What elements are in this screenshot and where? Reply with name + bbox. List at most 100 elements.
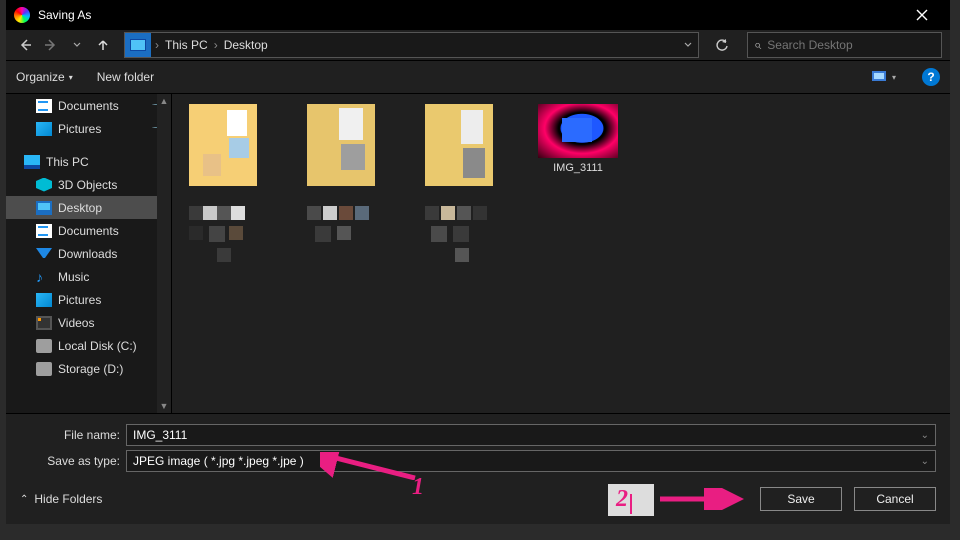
sidebar-item-this-pc[interactable]: This PC xyxy=(6,150,171,173)
filetype-row: Save as type: JPEG image ( *.jpg *.jpeg … xyxy=(20,448,936,474)
sidebar-item-3d-objects[interactable]: 3D Objects xyxy=(6,173,171,196)
search-icon: ⌕ xyxy=(754,37,761,53)
breadcrumb-this-pc[interactable]: This PC xyxy=(163,38,210,52)
file-item-img-3111[interactable]: IMG_3111 xyxy=(538,104,618,186)
sidebar-item-storage-d[interactable]: Storage (D:) xyxy=(6,357,171,380)
window-title: Saving As xyxy=(38,8,91,22)
music-icon: ♪ xyxy=(36,270,52,284)
sidebar-scrollbar[interactable]: ▲ ▼ xyxy=(157,94,171,413)
view-options-button[interactable]: ▾ xyxy=(870,67,898,87)
filename-row: File name: IMG_3111 ⌄ xyxy=(20,422,936,448)
file-item[interactable] xyxy=(302,206,382,264)
document-icon xyxy=(36,99,52,113)
sidebar-item-desktop[interactable]: Desktop xyxy=(6,196,171,219)
sidebar-label: Desktop xyxy=(58,201,102,215)
file-item[interactable] xyxy=(302,104,382,186)
filename-label: File name: xyxy=(20,428,120,442)
help-button[interactable]: ? xyxy=(922,68,940,86)
sidebar-label: This PC xyxy=(46,155,89,169)
sidebar-item-documents-quick[interactable]: Documents📌 xyxy=(6,94,171,117)
back-button[interactable] xyxy=(14,34,36,56)
file-thumb xyxy=(425,104,495,186)
sidebar-item-pictures[interactable]: Pictures xyxy=(6,288,171,311)
view-options-icon xyxy=(872,70,890,84)
chevron-right-icon: › xyxy=(151,38,163,52)
location-type-icon xyxy=(125,33,151,57)
titlebar: Saving As xyxy=(6,0,950,30)
videos-icon xyxy=(36,316,52,330)
sidebar: Documents📌 Pictures📌 This PC 3D Objects … xyxy=(6,94,172,413)
file-thumb xyxy=(538,104,618,158)
sidebar-label: 3D Objects xyxy=(58,178,117,192)
desktop-icon xyxy=(36,201,52,215)
close-button[interactable] xyxy=(902,0,942,30)
sidebar-item-documents[interactable]: Documents xyxy=(6,219,171,242)
close-icon xyxy=(916,9,928,21)
address-bar[interactable]: › This PC › Desktop xyxy=(124,32,699,58)
scroll-down-icon[interactable]: ▼ xyxy=(160,399,169,413)
sidebar-label: Downloads xyxy=(58,247,117,261)
pictures-icon xyxy=(36,122,52,136)
file-thumb xyxy=(307,206,377,264)
sidebar-label: Documents xyxy=(58,99,119,113)
filetype-label: Save as type: xyxy=(20,454,120,468)
up-button[interactable] xyxy=(92,34,114,56)
save-as-dialog: Saving As › This PC › Desktop ⌕ Organize… xyxy=(6,0,950,524)
chevron-down-icon[interactable]: ⌄ xyxy=(921,456,929,467)
scroll-up-icon[interactable]: ▲ xyxy=(160,94,169,108)
app-icon xyxy=(14,7,30,23)
nav-row: › This PC › Desktop ⌕ xyxy=(6,30,950,60)
pictures-icon xyxy=(36,293,52,307)
sidebar-label: Documents xyxy=(58,224,119,238)
sidebar-label: Pictures xyxy=(58,122,101,136)
new-folder-button[interactable]: New folder xyxy=(97,70,154,84)
chevron-up-icon: ⌃ xyxy=(20,494,28,505)
organize-menu[interactable]: Organize ▾ xyxy=(16,70,73,84)
sidebar-item-videos[interactable]: Videos xyxy=(6,311,171,334)
filetype-select[interactable]: JPEG image ( *.jpg *.jpeg *.jpe ) ⌄ xyxy=(126,450,936,472)
sidebar-item-pictures-quick[interactable]: Pictures📌 xyxy=(6,117,171,140)
hide-folders-label: Hide Folders xyxy=(34,492,102,506)
chevron-down-icon[interactable]: ⌄ xyxy=(921,430,929,441)
sidebar-label: Videos xyxy=(58,316,94,330)
hide-folders-button[interactable]: ⌃ Hide Folders xyxy=(20,492,102,506)
file-item[interactable] xyxy=(184,104,264,186)
sidebar-label: Storage (D:) xyxy=(58,362,123,376)
breadcrumb-desktop[interactable]: Desktop xyxy=(222,38,270,52)
file-label: IMG_3111 xyxy=(553,162,603,174)
toolbar-label: Organize xyxy=(16,70,65,84)
filetype-value: JPEG image ( *.jpg *.jpeg *.jpe ) xyxy=(133,454,304,468)
sidebar-label: Music xyxy=(58,270,89,284)
toolbar-label: New folder xyxy=(97,70,154,84)
dialog-footer: ⌃ Hide Folders Save Cancel xyxy=(6,478,950,524)
toolbar: Organize ▾ New folder ▾ ? xyxy=(6,60,950,94)
search-box[interactable]: ⌕ xyxy=(747,32,942,58)
this-pc-icon xyxy=(24,155,40,169)
disk-icon xyxy=(36,362,52,376)
button-label: Cancel xyxy=(876,492,913,506)
file-pane[interactable]: IMG_3111 xyxy=(172,94,950,413)
file-item[interactable] xyxy=(420,206,500,264)
file-item[interactable] xyxy=(184,206,264,264)
sidebar-item-music[interactable]: ♪ Music xyxy=(6,265,171,288)
file-thumb xyxy=(189,104,259,186)
search-input[interactable] xyxy=(767,38,935,52)
forward-button[interactable] xyxy=(40,34,62,56)
sidebar-item-downloads[interactable]: Downloads xyxy=(6,242,171,265)
filename-input[interactable]: IMG_3111 ⌄ xyxy=(126,424,936,446)
file-thumb xyxy=(425,206,495,264)
save-fields: File name: IMG_3111 ⌄ Save as type: JPEG… xyxy=(6,414,950,478)
cancel-button[interactable]: Cancel xyxy=(854,487,936,511)
sidebar-item-local-disk-c[interactable]: Local Disk (C:) xyxy=(6,334,171,357)
save-button[interactable]: Save xyxy=(760,487,842,511)
button-label: Save xyxy=(787,492,814,506)
filename-value: IMG_3111 xyxy=(133,428,187,442)
file-item[interactable] xyxy=(420,104,500,186)
recent-dropdown[interactable] xyxy=(66,34,88,56)
3d-objects-icon xyxy=(36,178,52,192)
document-icon xyxy=(36,224,52,238)
address-history-button[interactable] xyxy=(678,41,698,49)
sidebar-label: Local Disk (C:) xyxy=(58,339,137,353)
refresh-button[interactable] xyxy=(707,32,737,58)
file-thumb xyxy=(307,104,377,186)
